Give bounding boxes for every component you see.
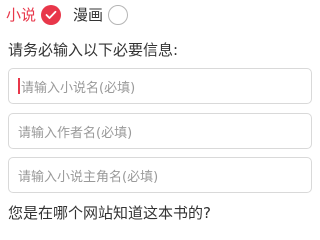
protagonist-name-input[interactable]: 请输入小说主角名(必填) [8, 157, 312, 193]
author-name-input[interactable]: 请输入作者名(必填) [8, 113, 312, 149]
type-selector: 小说 漫画 [6, 2, 129, 28]
check-icon[interactable] [41, 5, 62, 25]
type-option-comic[interactable]: 漫画 [73, 2, 129, 28]
protagonist-name-placeholder: 请输入小说主角名(必填) [18, 169, 159, 185]
type-option-novel[interactable]: 小说 [6, 2, 62, 28]
required-info-title: 请务必输入以下必要信息: [8, 41, 179, 59]
type-option-comic-label: 漫画 [73, 6, 104, 24]
source-question: 您是在哪个网站知道这本书的? [8, 204, 211, 222]
novel-name-input[interactable]: 请输入小说名(必填) [8, 68, 312, 104]
author-name-placeholder: 请输入作者名(必填) [18, 125, 133, 141]
novel-name-placeholder: 请输入小说名(必填) [21, 80, 136, 96]
radio-empty-icon[interactable] [108, 5, 129, 25]
text-caret [18, 78, 20, 94]
type-option-novel-label: 小说 [6, 6, 37, 24]
request-book-form: 小说 漫画 请务必输入以下必要信息: 请输入小说名(必填) 请输入作者名(必填)… [0, 0, 320, 225]
